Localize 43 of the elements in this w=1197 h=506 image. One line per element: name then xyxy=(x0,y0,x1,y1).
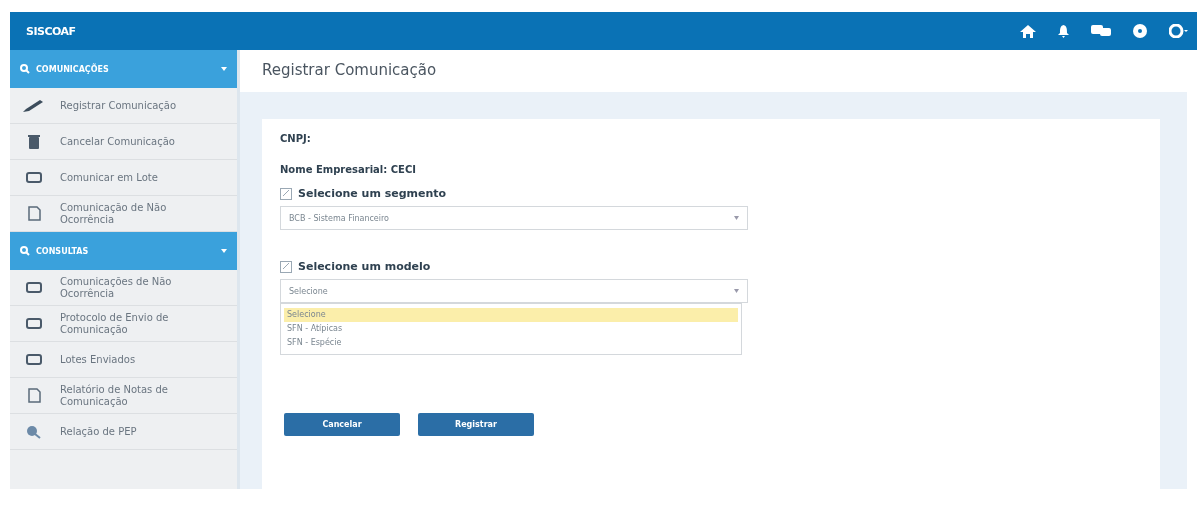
card-icon xyxy=(26,354,42,365)
sidebar-item[interactable]: Comunicações de Não Ocorrência xyxy=(10,270,237,306)
action-button[interactable]: Registrar xyxy=(418,413,534,436)
trash-icon xyxy=(28,134,40,149)
settings-icon[interactable] xyxy=(1169,24,1189,38)
sidebar-item[interactable]: Registrar Comunicação xyxy=(10,88,237,124)
cnpj-label: CNPJ: xyxy=(280,133,312,144)
search-icon xyxy=(20,64,30,74)
caret-icon xyxy=(734,216,739,220)
dropdown-option[interactable]: Selecione xyxy=(284,308,738,322)
menu-section-header[interactable]: CONSULTAS xyxy=(10,232,237,270)
sidebar-item[interactable]: Comunicar em Lote xyxy=(10,160,237,196)
sidebar-item[interactable]: Lotes Enviados xyxy=(10,342,237,378)
chat-icon[interactable] xyxy=(1091,25,1111,37)
sidebar-item[interactable]: Cancelar Comunicação xyxy=(10,124,237,160)
pencil-icon xyxy=(23,98,45,113)
search-icon xyxy=(20,246,30,256)
help-icon[interactable] xyxy=(1133,24,1147,38)
card-icon xyxy=(26,282,42,293)
dropdown-option[interactable]: SFN - Atípicas xyxy=(284,322,738,336)
sidebar-item[interactable]: Relatório de Notas de Comunicação xyxy=(10,378,237,414)
document-icon xyxy=(27,388,41,403)
caret-icon xyxy=(734,289,739,293)
select-field[interactable]: Selecione xyxy=(280,279,748,303)
select-field[interactable]: BCB - Sistema Financeiro xyxy=(280,206,748,230)
sidebar-item[interactable]: Protocolo de Envio de Comunicação xyxy=(10,306,237,342)
menu-section-header[interactable]: COMUNICAÇÕES xyxy=(10,50,237,88)
bell-icon[interactable] xyxy=(1058,24,1069,38)
document-icon xyxy=(27,206,41,221)
sidebar-item[interactable]: Relação de PEP xyxy=(10,414,237,450)
page-title: Registrar Comunicação xyxy=(240,50,1187,92)
card-icon xyxy=(26,172,42,183)
field-label: Selecione um modelo xyxy=(298,260,431,273)
company-name-label: Nome Empresarial: CECI xyxy=(280,164,417,175)
card-icon xyxy=(26,318,42,329)
edit-checkbox-icon xyxy=(280,260,292,273)
edit-checkbox-icon xyxy=(280,187,292,200)
home-icon[interactable] xyxy=(1020,24,1036,38)
dropdown-option[interactable]: SFN - Espécie xyxy=(284,336,738,350)
app-title: SISCOAF xyxy=(26,24,76,38)
field-label: Selecione um segmento xyxy=(298,187,447,200)
search-icon xyxy=(26,424,42,439)
action-button[interactable]: Cancelar xyxy=(284,413,400,436)
